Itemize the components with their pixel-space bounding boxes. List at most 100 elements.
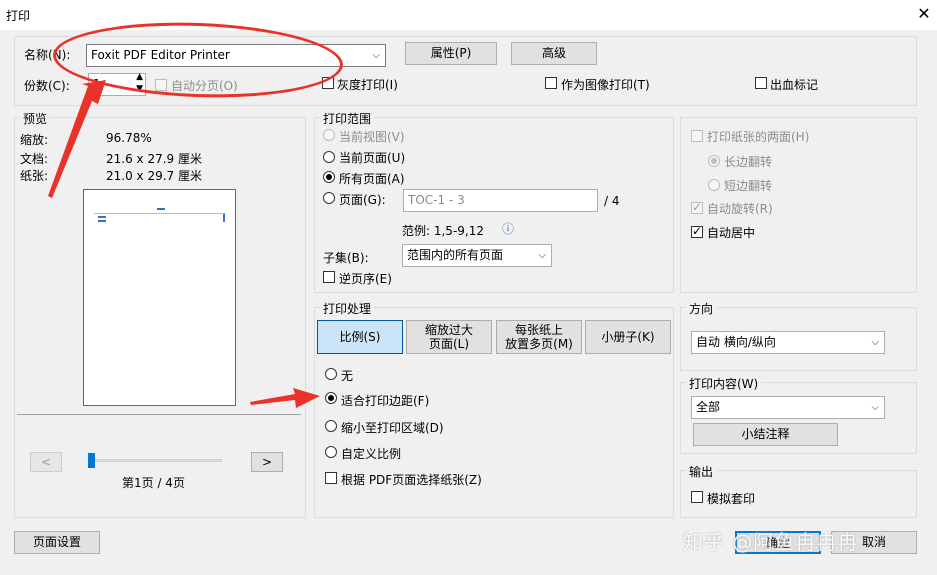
page-setup-button[interactable]: 页面设置 [14,531,100,554]
range-example: 范例: 1,5-9,12 [402,224,484,238]
summarize-comments-button[interactable]: 小结注释 [693,423,838,446]
document-size-value: 21.6 x 27.9 厘米 [106,152,202,166]
print-content-select-value: 全部 [696,400,721,414]
page-indicator: 第1页 / 4页 [122,476,185,490]
page-slider-thumb[interactable] [88,453,95,468]
pages-radio[interactable] [323,192,335,204]
subset-select-value: 范围内的所有页面 [407,248,504,262]
properties-button[interactable]: 属性(P) [405,42,497,65]
shrink-to-area-label: 缩小至打印区域(D) [341,421,444,435]
long-edge-label: 长边翻转 [724,155,773,169]
subset-select[interactable]: 范围内的所有页面 ⌵ [402,244,552,267]
shrink-to-area-radio[interactable] [325,420,337,432]
auto-rotate-checkbox[interactable] [691,200,703,214]
paper-size-value: 21.0 x 29.7 厘米 [106,169,202,183]
bleed-marks-checkbox[interactable] [755,77,767,89]
orientation-label: 方向 [686,300,717,317]
current-page-label: 当前页面(U) [339,151,406,165]
auto-rotate-label: 自动旋转(R) [707,202,773,216]
scale-none-label: 无 [341,369,354,383]
current-view-label: 当前视图(V) [339,130,405,144]
output-label: 输出 [686,463,717,480]
orientation-select-value: 自动 横向/纵向 [696,335,776,349]
printer-select-value: Foxit PDF Editor Printer [91,48,230,62]
page-slider-track[interactable] [90,459,222,462]
copies-value: 1 [93,77,101,91]
print-content-select[interactable]: 全部 ⌵ [691,396,885,419]
long-edge-radio[interactable] [708,155,720,167]
copies-input[interactable]: 1 ▲ ▼ [88,71,146,96]
tab-scale[interactable]: 比例(S) [317,320,403,354]
preview-divider [17,414,301,415]
all-pages-radio[interactable] [323,171,335,183]
printer-name-label: 名称(N): [24,48,71,62]
short-edge-radio[interactable] [708,179,720,191]
fit-margins-radio[interactable] [325,392,337,404]
reverse-order-checkbox[interactable] [323,271,335,283]
zoom-label: 缩放: [20,133,49,147]
preview-content-line [98,220,106,222]
tab-booklet[interactable]: 小册子(K) [585,320,671,354]
grayscale-label: 灰度打印(I) [337,78,398,92]
title-bar [0,0,937,30]
grayscale-checkbox[interactable] [322,77,334,89]
tab-multiple-pages[interactable]: 每张纸上 放置多页(M) [496,320,582,354]
auto-center-checkbox[interactable] [691,224,703,238]
collate-checkbox[interactable] [155,79,167,91]
pages-label: 页面(G): [339,193,386,207]
choose-paper-checkbox[interactable] [325,472,337,484]
chevron-down-icon: ⌵ [871,402,879,413]
document-size-label: 文档: [20,152,49,166]
prev-page-button[interactable]: < [30,452,62,472]
preview-page [83,189,236,406]
watermark-text: 知乎 @阿鱼冉冉冉 [683,530,859,554]
window-title: 打印 [6,9,31,23]
print-as-image-checkbox[interactable] [545,77,557,89]
both-sides-checkbox[interactable] [691,130,703,142]
advanced-button[interactable]: 高级 [511,42,597,65]
all-pages-label: 所有页面(A) [339,172,405,186]
short-edge-label: 短边翻转 [724,179,773,193]
pages-total: / 4 [604,194,620,208]
preview-content-heading [157,208,165,210]
tab-multiple-pages-line1: 每张纸上 [514,323,563,337]
current-view-radio[interactable] [323,129,335,141]
collate-label: 自动分页(O) [171,79,238,93]
print-content-label: 打印内容(W) [686,375,762,392]
chevron-down-icon: ⌵ [871,337,879,348]
copies-label: 份数(C): [24,79,70,93]
zoom-value: 96.78% [106,131,152,145]
scale-none-radio[interactable] [325,368,337,380]
print-range-label: 打印范围 [320,110,375,127]
preview-content-rule [94,213,226,214]
auto-center-label: 自动居中 [707,226,756,240]
pages-input-placeholder: TOC-1 - 3 [408,193,465,207]
print-handling-label: 打印处理 [320,300,375,317]
spinner-icon[interactable]: ▲ ▼ [136,71,143,95]
tab-shrink-oversized-line2: 页面(L) [428,337,470,351]
next-page-button[interactable]: > [251,452,283,472]
pages-input[interactable]: TOC-1 - 3 [403,189,598,212]
preview-content-dot [223,214,225,222]
preview-content-line [98,216,106,218]
current-page-radio[interactable] [323,151,335,163]
chevron-down-icon: ⌵ [372,50,380,61]
info-icon[interactable]: ⓘ [502,220,514,237]
reverse-order-label: 逆页序(E) [339,272,392,286]
printer-select[interactable]: Foxit PDF Editor Printer ⌵ [86,44,386,67]
simulate-overprint-checkbox[interactable] [691,491,703,503]
preview-group-label: 预览 [20,110,51,127]
choose-paper-label: 根据 PDF页面选择纸张(Z) [341,473,482,487]
tab-shrink-oversized[interactable]: 缩放过大 页面(L) [406,320,492,354]
subset-label: 子集(B): [323,251,369,265]
both-sides-label: 打印纸张的两面(H) [707,130,810,144]
bleed-marks-label: 出血标记 [770,78,819,92]
orientation-select[interactable]: 自动 横向/纵向 ⌵ [691,331,885,354]
close-icon[interactable]: ✕ [914,4,934,24]
tab-multiple-pages-line2: 放置多页(M) [505,337,573,351]
simulate-overprint-label: 模拟套印 [707,492,756,506]
custom-scale-radio[interactable] [325,446,337,458]
chevron-down-icon: ⌵ [538,250,546,261]
fit-margins-label: 适合打印边距(F) [341,394,430,408]
paper-size-label: 纸张: [20,169,49,183]
